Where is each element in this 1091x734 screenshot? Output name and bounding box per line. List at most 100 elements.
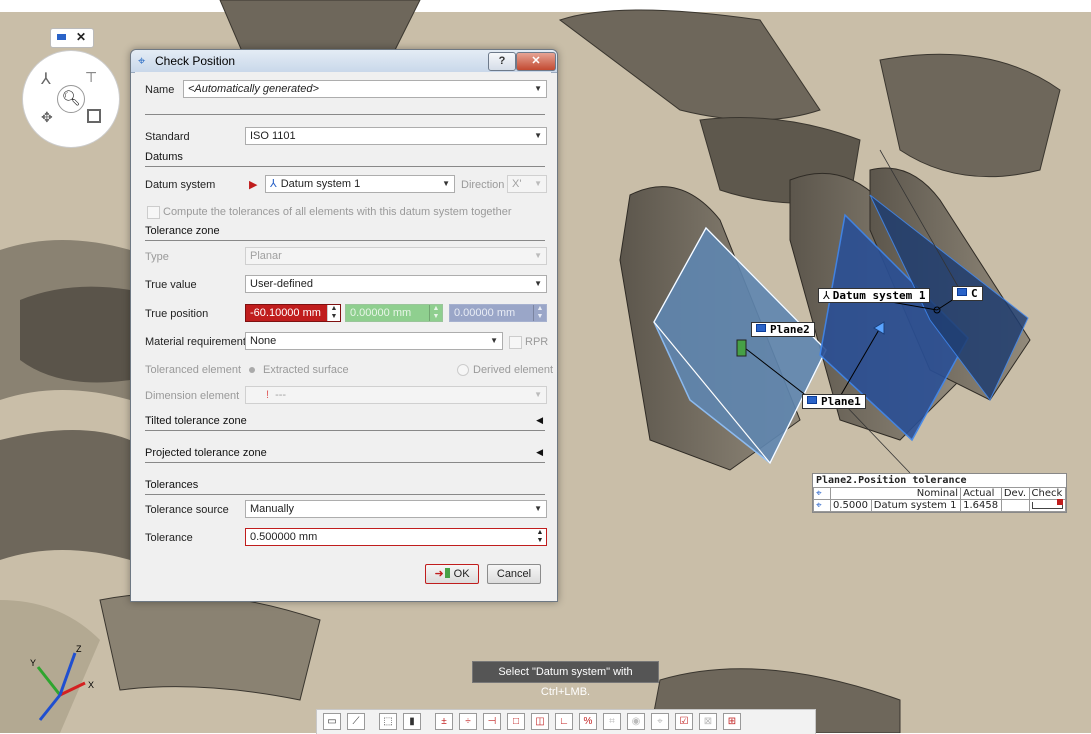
close-button[interactable]: ✕ (516, 52, 556, 71)
true-value-combo[interactable]: User-defined ▼ (245, 275, 547, 293)
chevron-down-icon: ▼ (534, 390, 542, 399)
toolbar-button-icon[interactable]: ⌗ (603, 713, 621, 730)
datum-system-label[interactable]: ⅄ Datum system 1 (818, 288, 931, 303)
type-value: Planar (250, 250, 282, 262)
projected-section-label: Projected tolerance zone (145, 447, 267, 459)
z-axis-label: Z (76, 644, 82, 654)
bottom-toolbar: ▭ ⟋ ⬚ ▮ ± ÷ ⊣ □ ◫ ∟ % ⌗ ◉ ⌖ ☑ ⊠ ⊞ (316, 709, 816, 734)
cancel-button[interactable]: Cancel (487, 564, 541, 584)
dialog-titlebar[interactable]: ⌖ Check Position ? ✕ (131, 50, 557, 73)
plane-tag-icon (807, 396, 817, 404)
derived-element-radio[interactable] (457, 364, 469, 376)
position-tolerance-result[interactable]: Plane2.Position tolerance ⌖ Nominal Actu… (812, 473, 1067, 513)
true-value-value: User-defined (250, 278, 313, 290)
check-position-dialog[interactable]: ⌖ Check Position ? ✕ Name <Automatically… (130, 49, 558, 602)
toolbar-button-icon[interactable]: ⌖ (651, 713, 669, 730)
plane2-label[interactable]: Plane2 (751, 322, 815, 337)
dimension-element-label: Dimension element (145, 390, 240, 402)
table-header-row: ⌖ Nominal Actual Dev. Check (813, 487, 1067, 500)
dimension-element-combo[interactable]: ! --- ▼ (245, 386, 547, 404)
spinner-icon[interactable]: ▲ ▼ (534, 529, 546, 545)
slot-wall (0, 430, 130, 560)
toolbar-button-icon[interactable]: ▮ (403, 713, 421, 730)
dimension-element-value: --- (275, 389, 287, 401)
datum-system-value: Datum system 1 (280, 178, 361, 190)
toolbar-button-icon[interactable]: ◫ (531, 713, 549, 730)
check-bar (1028, 499, 1067, 512)
rpr-label: RPR (525, 336, 549, 348)
material-requirement-label: Material requirement (145, 336, 246, 348)
spinner-icon[interactable]: ▲ ▼ (327, 305, 340, 321)
axis-view-icon[interactable]: ⅄ (41, 69, 51, 89)
table-header: Dev. (1000, 487, 1030, 500)
toolbar-button-icon[interactable]: ⊞ (723, 713, 741, 730)
ok-button[interactable]: ➜ OK (425, 564, 479, 584)
plane1-label[interactable]: Plane1 (802, 394, 866, 409)
toolbar-button-icon[interactable]: ⬚ (379, 713, 397, 730)
top-view-icon[interactable]: ⊤ (85, 69, 97, 86)
slot-hole (20, 286, 130, 383)
navigator-topbar: ✕ (50, 28, 94, 48)
view-navigator[interactable]: ✕ ⅄ ⊤ ✥ 🔍︎ (22, 28, 120, 158)
magnifier-icon: 🔍︎ (61, 90, 81, 107)
toolbar-button-icon[interactable]: ⟋ (347, 713, 365, 730)
extracted-surface-radio[interactable] (249, 367, 255, 373)
toolbar-button-icon[interactable]: % (579, 713, 597, 730)
table-cell (1000, 499, 1030, 512)
standard-label: Standard (145, 131, 190, 143)
extracted-surface-label: Extracted surface (263, 364, 349, 376)
ok-icon: ➜ (434, 568, 444, 580)
divider (145, 104, 545, 115)
true-position-y-input[interactable]: 0.00000 mm ▲ ▼ (345, 304, 443, 322)
name-label: Name (145, 84, 175, 96)
tolerance-source-combo[interactable]: Manually ▼ (245, 500, 547, 518)
rpr-checkbox[interactable] (509, 336, 522, 349)
projected-section[interactable]: Projected tolerance zone ◀ (145, 447, 545, 463)
true-position-z-input[interactable]: 0.00000 mm ▲ ▼ (449, 304, 547, 322)
direction-combo[interactable]: X' ▼ (507, 175, 547, 193)
table-cell: 0.5000 (830, 499, 872, 512)
status-hint: Select "Datum system" with Ctrl+LMB. (472, 661, 659, 698)
datum-system-combo[interactable]: ⅄ Datum system 1 ▼ (265, 175, 455, 193)
tolerance-source-value: Manually (250, 503, 295, 515)
warning-icon: ! (266, 389, 270, 401)
toolbar-button-icon[interactable]: ▭ (323, 713, 341, 730)
direction-label: Direction (461, 179, 505, 191)
name-value: <Automatically generated> (188, 83, 319, 95)
position-symbol-icon: ⌖ (813, 499, 831, 512)
spinner-icon[interactable]: ▲ ▼ (429, 305, 442, 321)
chevron-down-icon: ▼ (534, 279, 542, 288)
frame-icon[interactable] (87, 109, 101, 123)
navigator-wheel[interactable]: ⅄ ⊤ ✥ 🔍︎ (22, 50, 120, 148)
datum-system-label: Datum system (145, 179, 216, 191)
toolbar-button-icon[interactable]: ∟ (555, 713, 573, 730)
help-button[interactable]: ? (488, 52, 516, 71)
spinner-icon[interactable]: ▲ ▼ (533, 305, 546, 321)
toolbar-button-icon[interactable]: ⊠ (699, 713, 717, 730)
toolbar-button-icon[interactable]: □ (507, 713, 525, 730)
window-icon[interactable] (57, 34, 66, 40)
zoom-button[interactable]: 🔍︎ (57, 85, 85, 113)
datum-c-label[interactable]: C (952, 286, 983, 301)
tolerance-label: Tolerance (145, 532, 193, 544)
pan-icon[interactable]: ✥ (41, 109, 53, 126)
tolerance-input[interactable]: 0.500000 mm ▲ ▼ (245, 528, 547, 546)
tilted-section[interactable]: Tilted tolerance zone ◀ (145, 415, 545, 431)
tolerances-section: Tolerances (145, 479, 545, 495)
compute-checkbox[interactable] (147, 206, 160, 219)
toolbar-button-icon[interactable]: ⊣ (483, 713, 501, 730)
toolbar-button-icon[interactable]: ÷ (459, 713, 477, 730)
name-combo[interactable]: <Automatically generated> ▼ (183, 80, 547, 98)
true-position-x-input[interactable]: -60.10000 mm ▲ ▼ (245, 304, 341, 322)
type-combo[interactable]: Planar ▼ (245, 247, 547, 265)
standard-combo[interactable]: ISO 1101 ▼ (245, 127, 547, 145)
material-requirement-combo[interactable]: None ▼ (245, 332, 503, 350)
close-icon[interactable]: ✕ (76, 30, 86, 44)
standard-value: ISO 1101 (250, 130, 296, 142)
pick-arrow-icon[interactable]: ▶ (249, 178, 257, 191)
toolbar-button-icon[interactable]: ◉ (627, 713, 645, 730)
toolbar-button-icon[interactable]: ☑ (675, 713, 693, 730)
toolbar-button-icon[interactable]: ± (435, 713, 453, 730)
table-row: ⌖ 0.5000 Datum system 1 1.6458 (813, 499, 1067, 512)
derived-element-label: Derived element (473, 364, 554, 376)
